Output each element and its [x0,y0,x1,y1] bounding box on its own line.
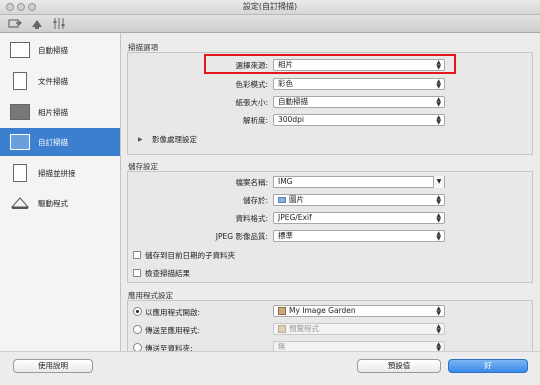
sidebar-item-auto-scan[interactable]: 自動掃描 [0,36,120,64]
color-mode-label: 色彩模式: [235,80,268,89]
jpeg-quality-select[interactable]: 標準 ▲ ▼ [273,230,445,242]
sidebar-item-stitch-scan[interactable]: 掃描並拼接 [0,159,120,187]
chevron-down-icon[interactable]: ▼ [433,176,444,188]
popup-arrows-icon: ▲ ▼ [436,194,441,206]
popup-arrows-icon: ▲ ▼ [436,230,441,242]
sidebar-item-label: 掃描並拼接 [38,168,76,178]
data-format-select[interactable]: JPEG/Exif ▲ ▼ [273,212,445,224]
help-button[interactable]: 使用說明 [13,359,93,373]
settings-window: 設定(自訂掃描) 自動掃描 文件掃描 相片掃描 自訂掃描 掃描並拼接 驅動程式 … [0,0,540,385]
defaults-button[interactable]: 預設值 [357,359,441,373]
scan-from-computer-icon[interactable] [8,17,22,30]
window-title: 設定(自訂掃描) [242,2,298,11]
filename-label: 檔案名稱: [235,178,268,187]
toolbar [0,15,540,33]
send-to-app-label: 傳送至應用程式: [145,326,201,335]
open-with-radio[interactable] [133,307,142,316]
open-with-select[interactable]: My Image Garden ▲ ▼ [273,305,445,317]
save-in-label: 儲存於: [242,196,268,205]
title-bar: 設定(自訂掃描) [0,0,540,15]
send-to-app-select[interactable]: 預覽程式 ▲ ▼ [273,323,445,335]
popup-arrows-icon: ▲ ▼ [436,96,441,108]
open-with-value: My Image Garden [289,306,356,315]
sidebar-item-label: 文件掃描 [38,76,68,86]
app-settings-panel: 以應用程式開啟: My Image Garden ▲ ▼ 傳送至應用程式: 預覽程… [127,300,533,353]
data-format-label: 資料格式: [235,214,268,223]
custom-scan-icon [10,134,30,150]
image-garden-icon [278,307,286,315]
subfolder-checkbox[interactable] [133,251,141,259]
document-scan-icon [13,72,27,90]
save-in-select[interactable]: 圖片 ▲ ▼ [273,194,445,206]
jpeg-quality-label: JPEG 影像品質: [215,232,268,241]
sidebar-item-photo-scan[interactable]: 相片掃描 [0,98,120,126]
paper-size-select[interactable]: 自動掃描 ▲ ▼ [273,96,445,108]
general-settings-icon[interactable] [52,17,66,30]
popup-arrows-icon: ▲ ▼ [436,78,441,90]
popup-arrows-icon: ▲ ▼ [436,114,441,126]
sidebar-item-document-scan[interactable]: 文件掃描 [0,67,120,95]
scan-from-panel-icon[interactable] [30,17,44,30]
filename-combo[interactable]: IMG ▼ [273,176,445,188]
sidebar: 自動掃描 文件掃描 相片掃描 自訂掃描 掃描並拼接 驅動程式 [0,33,121,351]
save-in-value: 圖片 [289,195,304,204]
settings-content: 掃描選項 選擇來源: 相片 ▲ ▼ 色彩模式: 彩色 ▲ ▼ 紙張大小: 自動掃描 … [121,33,540,353]
send-to-app-value: 預覽程式 [289,324,319,333]
check-result-checkbox[interactable] [133,269,141,277]
resolution-select[interactable]: 300dpi ▲ ▼ [273,114,445,126]
paper-size-value: 自動掃描 [278,97,308,106]
stitch-scan-icon [13,164,27,182]
subfolder-label: 儲存到目前日期的子資料夾 [145,251,235,260]
sidebar-item-label: 相片掃描 [38,107,68,117]
photo-scan-icon [10,104,30,120]
resolution-value: 300dpi [278,115,304,124]
popup-arrows-icon: ▲ ▼ [436,305,441,317]
popup-arrows-icon: ▲ ▼ [436,323,441,335]
auto-scan-icon [10,42,30,58]
footer-bar: 使用說明 預設值 好 [0,351,540,385]
filename-value: IMG [278,177,293,186]
data-format-value: JPEG/Exif [278,213,312,222]
ok-button[interactable]: 好 [448,359,528,373]
resolution-label: 解析度: [242,116,268,125]
check-result-label: 檢查掃描結果 [145,269,190,278]
send-to-app-radio[interactable] [133,325,142,334]
send-to-folder-value: 無 [278,342,286,351]
color-mode-value: 彩色 [278,79,293,88]
sidebar-item-label: 驅動程式 [38,198,68,208]
open-with-label: 以應用程式開啟: [145,308,201,317]
source-highlight-box [204,54,456,74]
jpeg-quality-value: 標準 [278,231,293,240]
disclosure-triangle-icon[interactable]: ▶ [138,136,143,143]
sidebar-item-custom-scan[interactable]: 自訂掃描 [0,128,120,156]
popup-arrows-icon: ▲ ▼ [436,212,441,224]
image-processing-toggle[interactable]: 影像處理設定 [152,134,197,145]
paper-size-label: 紙張大小: [235,98,268,107]
sidebar-item-driver[interactable]: 驅動程式 [0,189,120,217]
folder-icon [278,197,286,203]
sidebar-item-label: 自動掃描 [38,45,68,55]
driver-icon [10,195,30,211]
preview-app-icon [278,325,286,333]
save-settings-panel: 檔案名稱: IMG ▼ 儲存於: 圖片 ▲ ▼ 資料格式: JPEG/Exif ▲… [127,171,533,283]
sidebar-item-label: 自訂掃描 [38,137,68,147]
color-mode-select[interactable]: 彩色 ▲ ▼ [273,78,445,90]
